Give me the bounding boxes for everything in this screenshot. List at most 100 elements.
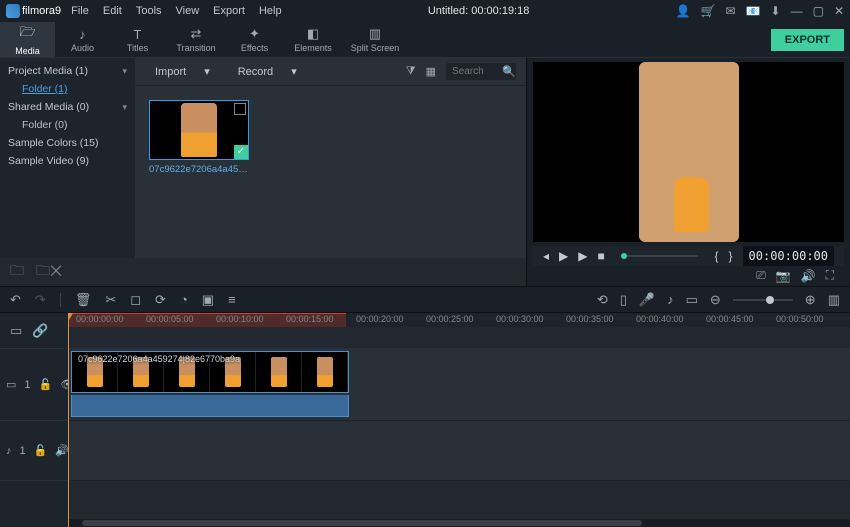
playhead[interactable]: [68, 313, 69, 527]
tab-media[interactable]: 🗁Media: [0, 22, 55, 57]
manage-tracks-icon[interactable]: ▭: [10, 323, 22, 339]
filter-icon[interactable]: ⧩: [406, 65, 416, 78]
mute-icon[interactable]: 🔊: [55, 444, 69, 457]
undo-button[interactable]: ↶: [10, 292, 21, 308]
prev-frame-button[interactable]: ◂: [543, 249, 549, 263]
zoom-fit-button[interactable]: ▥: [828, 292, 840, 308]
message-icon[interactable]: 📧: [746, 4, 761, 18]
title-bar: filmora9 File Edit Tools View Export Hel…: [0, 0, 850, 22]
media-thumbnail[interactable]: ✓ 07c9622e7206a4a4592...: [149, 100, 249, 175]
mark-out-button[interactable]: }: [729, 249, 733, 263]
timeline-ruler[interactable]: 00:00:00:00 00:00:05:00 00:00:10:00 00:0…: [68, 313, 850, 327]
tab-audio[interactable]: ♪Audio: [55, 22, 110, 57]
preview-viewport[interactable]: [533, 62, 844, 242]
next-button[interactable]: ▶: [578, 249, 587, 263]
volume-icon[interactable]: 🔊: [801, 269, 816, 283]
preview-scrubber[interactable]: [621, 255, 699, 257]
tab-transition[interactable]: ⇄Transition: [165, 22, 227, 57]
tab-effects[interactable]: ✦Effects: [227, 22, 282, 57]
clip-audio-waveform[interactable]: [71, 395, 349, 417]
tab-elements[interactable]: ◧Elements: [282, 22, 344, 57]
search-input-wrap[interactable]: 🔍: [446, 63, 516, 80]
grid-view-icon[interactable]: ▦: [426, 65, 436, 78]
adjust-button[interactable]: ≡: [228, 292, 236, 307]
download-icon[interactable]: ⬇: [771, 4, 781, 18]
lock-icon[interactable]: 🔓: [34, 444, 48, 457]
horizontal-scrollbar[interactable]: [68, 519, 850, 527]
menu-export[interactable]: Export: [213, 5, 245, 17]
chevron-down-icon: ▾: [204, 65, 210, 78]
record-dropdown[interactable]: Record▾: [228, 65, 307, 78]
chevron-down-icon: ▾: [122, 66, 127, 77]
menu-help[interactable]: Help: [259, 5, 282, 17]
audio-track-lane[interactable]: [68, 421, 850, 481]
user-icon[interactable]: 👤: [676, 4, 691, 18]
ruler-tick: 00:00:05:00: [146, 314, 194, 324]
crop-button[interactable]: ◻: [130, 292, 141, 308]
ruler-tick: 00:00:00:00: [76, 314, 124, 324]
audio-track-icon: ♪: [6, 445, 12, 457]
speed-button[interactable]: ⟳: [155, 292, 166, 308]
green-screen-button[interactable]: ▣: [202, 292, 214, 308]
zoom-slider[interactable]: [733, 299, 793, 301]
menu-edit[interactable]: Edit: [103, 5, 122, 17]
voiceover-button[interactable]: 🎤: [639, 292, 655, 308]
video-clip[interactable]: 07c9622e7206a4a459274|82e6770ba9a: [71, 351, 349, 393]
timeline: ▭ 🔗 ▭ 1 🔓 👁 ♪ 1 🔓 🔊 00:00:00:00 00:00:05…: [0, 312, 850, 527]
menu-view[interactable]: View: [176, 5, 200, 17]
video-track-header[interactable]: ▭ 1 🔓 👁: [0, 349, 68, 421]
mixer-button[interactable]: ♪: [667, 292, 674, 307]
split-button[interactable]: ✂: [105, 292, 116, 308]
stop-button[interactable]: ■: [598, 249, 605, 263]
video-track-lane[interactable]: 07c9622e7206a4a459274|82e6770ba9a: [68, 349, 850, 421]
tab-titles[interactable]: TTitles: [110, 22, 165, 57]
ruler-tick: 00:00:40:00: [636, 314, 684, 324]
minimize-button[interactable]: —: [791, 4, 803, 18]
tree-project-folder[interactable]: Folder (1): [0, 80, 135, 98]
search-icon[interactable]: 🔍: [502, 65, 516, 78]
maximize-button[interactable]: ▢: [813, 4, 824, 18]
timeline-tracks[interactable]: 00:00:00:00 00:00:05:00 00:00:10:00 00:0…: [68, 313, 850, 527]
tab-split-screen[interactable]: ▥Split Screen: [344, 22, 406, 57]
snapshot-icon[interactable]: 📷: [776, 269, 791, 283]
export-button[interactable]: EXPORT: [771, 29, 844, 51]
close-button[interactable]: ✕: [834, 4, 844, 18]
ruler-tick: 00:00:15:00: [286, 314, 334, 324]
link-icon[interactable]: 🔗: [32, 323, 48, 339]
lock-icon[interactable]: 🔓: [39, 378, 53, 391]
menu-file[interactable]: File: [71, 5, 89, 17]
mail-icon[interactable]: ✉: [726, 4, 736, 18]
media-footer: 🗀 🗀✕: [0, 258, 526, 286]
cart-icon[interactable]: 🛒: [701, 4, 716, 18]
tree-project-media[interactable]: Project Media (1)▾: [0, 62, 135, 80]
new-folder-icon[interactable]: 🗀: [10, 260, 24, 284]
tree-sample-colors[interactable]: Sample Colors (15): [0, 134, 135, 152]
play-button[interactable]: ▶: [559, 249, 568, 263]
import-dropdown[interactable]: Import▾: [145, 65, 220, 78]
color-button[interactable]: ◔: [180, 292, 188, 307]
tree-sample-video[interactable]: Sample Video (9): [0, 152, 135, 170]
mark-in-button[interactable]: {: [714, 249, 718, 263]
split-icon: ▥: [369, 26, 381, 42]
transition-icon: ⇄: [191, 26, 202, 42]
add-to-icon[interactable]: [234, 103, 246, 115]
scrollbar-thumb[interactable]: [82, 520, 642, 526]
audio-track-header[interactable]: ♪ 1 🔓 🔊: [0, 421, 68, 481]
zoom-out-button[interactable]: ⊖: [710, 292, 721, 308]
detach-audio-button[interactable]: ▭: [686, 292, 698, 308]
tree-shared-folder[interactable]: Folder (0): [0, 116, 135, 134]
marker-button[interactable]: ▯: [620, 292, 627, 308]
main-toolbar: 🗁Media ♪Audio TTitles ⇄Transition ✦Effec…: [0, 22, 850, 58]
search-input[interactable]: [452, 66, 502, 77]
fullscreen-icon[interactable]: ⛶: [826, 268, 834, 283]
thumbnail-image: ✓: [149, 100, 249, 160]
ruler-tick: 00:00:45:00: [706, 314, 754, 324]
quality-icon[interactable]: ⎚: [756, 268, 766, 283]
tree-shared-media[interactable]: Shared Media (0)▾: [0, 98, 135, 116]
render-button[interactable]: ⟲: [597, 292, 608, 308]
delete-folder-icon[interactable]: 🗀✕: [36, 260, 62, 284]
menu-tools[interactable]: Tools: [136, 5, 162, 17]
zoom-in-button[interactable]: ⊕: [805, 292, 816, 308]
redo-button[interactable]: ↷: [35, 292, 46, 308]
delete-button[interactable]: 🗑: [75, 292, 92, 308]
